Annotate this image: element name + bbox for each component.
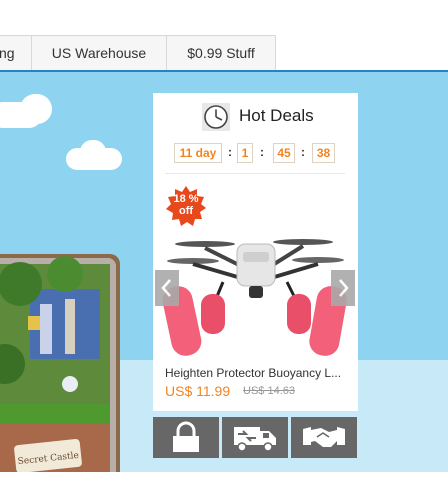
product-price: US$ 11.99 (165, 383, 231, 399)
tab-099-stuff[interactable]: $0.99 Stuff (166, 35, 276, 70)
discount-badge-label: 18 % off (166, 193, 206, 217)
deal-title: Hot Deals (239, 106, 314, 125)
deal-header: Hot Deals (153, 93, 358, 137)
carousel-prev-button[interactable] (155, 270, 179, 306)
chevron-right-icon (339, 279, 349, 297)
handshake-icon (303, 427, 345, 447)
hot-deals-card[interactable]: Hot Deals 11 day : 1 : 45 : 38 18 % off … (153, 93, 358, 411)
carousel-next-button[interactable] (331, 270, 355, 306)
lock-icon (173, 421, 199, 452)
product-name[interactable]: Heighten Protector Buoyancy L... (165, 366, 350, 380)
timer-minutes: 45 (273, 143, 295, 163)
countdown-timer: 11 day : 1 : 45 : 38 (153, 143, 358, 165)
timer-days: 11 day (174, 143, 222, 163)
chevron-left-icon (161, 279, 171, 297)
product-image[interactable]: 18 % off (153, 186, 358, 356)
buyer-protection-button[interactable] (291, 417, 357, 458)
timer-separator: : (301, 145, 305, 159)
secure-payment-button[interactable] (153, 417, 219, 458)
tab-us-warehouse[interactable]: US Warehouse (31, 35, 167, 70)
timer-separator: : (260, 145, 264, 159)
diorama-box-image: Secret Castle (0, 254, 120, 472)
discount-off: off (178, 205, 194, 217)
delivery-truck-icon (234, 427, 276, 452)
divider (165, 173, 345, 174)
timer-hours: 1 (237, 143, 253, 163)
timer-seconds: 38 (312, 143, 335, 163)
discount-percent: 18 % (173, 193, 199, 205)
clock-icon (202, 103, 230, 131)
tab-partial[interactable]: ng (0, 35, 32, 70)
shipping-button[interactable] (222, 417, 288, 458)
timer-separator: : (228, 145, 232, 159)
product-old-price: US$ 14.63 (243, 385, 295, 397)
